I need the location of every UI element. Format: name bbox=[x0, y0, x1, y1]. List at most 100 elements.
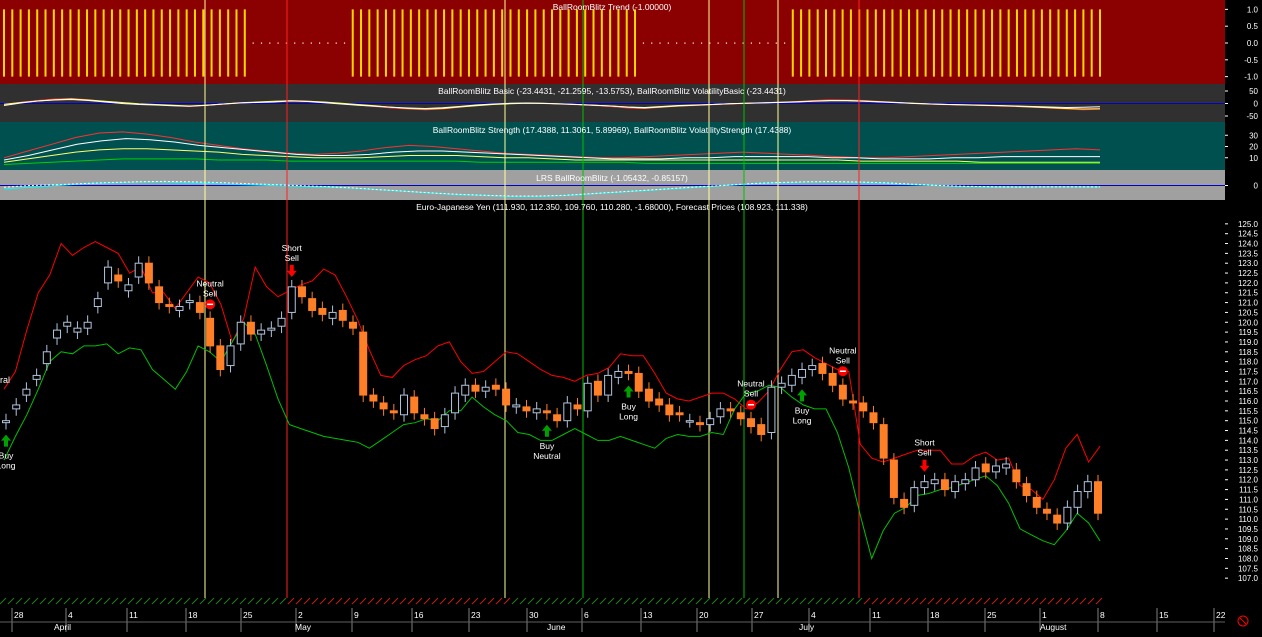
trend-dot bbox=[343, 42, 346, 44]
annotation-label: Short bbox=[914, 438, 935, 448]
trend-dot bbox=[294, 42, 296, 44]
candle-body bbox=[971, 467, 980, 481]
annotation-label: Buy bbox=[540, 441, 555, 451]
candle-body bbox=[1042, 508, 1051, 514]
candle-body bbox=[573, 404, 582, 410]
trend-dot bbox=[302, 42, 304, 44]
candle-body bbox=[563, 402, 572, 422]
price-axis-tick-label: 117.5 bbox=[1239, 367, 1259, 376]
date-tick-label: 16 bbox=[414, 610, 424, 620]
candle-body bbox=[828, 372, 837, 386]
date-tick-label: 11 bbox=[129, 610, 138, 620]
price-axis-tick-label: 112.0 bbox=[1239, 476, 1259, 485]
price-axis-tick-label: 119.0 bbox=[1239, 338, 1259, 347]
trend-dot bbox=[651, 42, 653, 44]
candle-body bbox=[277, 317, 286, 327]
trend-axis-tick-label: 0.0 bbox=[1247, 39, 1259, 48]
candle-body bbox=[104, 266, 113, 284]
candle-body bbox=[175, 306, 184, 311]
candle-body bbox=[634, 372, 643, 392]
annotation-label: Sell bbox=[917, 448, 931, 458]
annotation-label: Long bbox=[793, 415, 812, 425]
price-axis-tick-label: 114.5 bbox=[1239, 427, 1259, 436]
candle-body bbox=[287, 286, 296, 313]
price-axis-tick-label: 113.5 bbox=[1239, 446, 1259, 455]
candle-body bbox=[236, 321, 245, 345]
date-tick-label: 1 bbox=[1042, 610, 1047, 620]
price-axis-tick-label: 125.0 bbox=[1238, 220, 1259, 229]
price-axis-tick-label: 122.0 bbox=[1238, 279, 1259, 288]
candle-body bbox=[318, 307, 327, 315]
annotation-label: Neutral bbox=[196, 278, 224, 288]
price-axis-tick-label: 109.5 bbox=[1238, 525, 1259, 534]
date-tick-label: 25 bbox=[243, 610, 253, 620]
candle-body bbox=[512, 404, 521, 408]
trend-dot bbox=[775, 42, 777, 44]
candle-body bbox=[655, 398, 664, 406]
candle-body bbox=[553, 414, 562, 422]
candle-body bbox=[920, 481, 929, 489]
candle-body bbox=[216, 345, 225, 371]
candle-body bbox=[32, 374, 41, 380]
candle-body bbox=[665, 404, 674, 416]
candle-body bbox=[12, 404, 21, 410]
annotation-label: Buy bbox=[621, 401, 636, 411]
candle-body bbox=[297, 286, 306, 298]
date-tick-label: 4 bbox=[811, 610, 816, 620]
candle-body bbox=[1063, 506, 1072, 524]
candle-body bbox=[1012, 469, 1021, 483]
candle-body bbox=[2, 420, 10, 424]
trend-dot bbox=[767, 42, 769, 44]
price-axis-tick-label: 124.0 bbox=[1238, 240, 1259, 249]
candle-body bbox=[930, 479, 939, 485]
candle-body bbox=[685, 420, 694, 423]
price-axis-tick-label: 116.5 bbox=[1239, 387, 1259, 396]
candle-body bbox=[400, 394, 409, 416]
annotation-label: Long bbox=[0, 461, 16, 471]
candle-body bbox=[532, 408, 541, 414]
price-axis-tick-label: 122.5 bbox=[1238, 269, 1259, 278]
candle-body bbox=[124, 284, 133, 292]
candle-body bbox=[767, 386, 776, 433]
trend-dot bbox=[277, 42, 279, 44]
candle-body bbox=[1022, 483, 1031, 496]
candle-body bbox=[859, 402, 868, 412]
annotation-label: Buy bbox=[0, 451, 14, 461]
candle-body bbox=[900, 498, 909, 508]
trend-dot bbox=[717, 42, 719, 44]
annotation-label: Neutral bbox=[737, 379, 765, 389]
candle-body bbox=[471, 384, 480, 392]
candle-body bbox=[675, 412, 684, 416]
candle-body bbox=[879, 424, 888, 459]
trend-panel-title: BallRoomBlitz Trend (-1.00000) bbox=[553, 2, 672, 12]
price-axis-tick-label: 118.5 bbox=[1239, 348, 1259, 357]
trend-dot bbox=[742, 42, 744, 44]
candle-body bbox=[593, 380, 602, 396]
price-axis-tick-label: 107.5 bbox=[1238, 564, 1259, 573]
price-axis-tick-label: 111.5 bbox=[1239, 486, 1258, 495]
candle-body bbox=[440, 414, 449, 428]
price-axis-tick-label: 111.0 bbox=[1239, 495, 1258, 504]
candle-body bbox=[257, 329, 266, 335]
candle-body bbox=[808, 365, 817, 371]
candle-body bbox=[747, 418, 756, 428]
candle-body bbox=[940, 479, 949, 491]
candle-body bbox=[1032, 496, 1041, 508]
date-tick-label: 15 bbox=[1159, 610, 1169, 620]
annotation-label: Long bbox=[619, 411, 638, 421]
annotation-label: Sell bbox=[203, 288, 217, 298]
candle-body bbox=[308, 298, 317, 311]
price-axis-tick-label: 123.0 bbox=[1238, 259, 1259, 268]
trend-dot bbox=[750, 42, 752, 44]
trend-axis-tick-label: -1.0 bbox=[1244, 73, 1258, 82]
price-axis-tick-label: 108.5 bbox=[1238, 545, 1259, 554]
trend-dot bbox=[667, 42, 669, 44]
candle-body bbox=[838, 384, 847, 400]
candle-body bbox=[369, 394, 378, 402]
candle-body bbox=[348, 321, 357, 329]
date-tick-label: 2 bbox=[298, 610, 303, 620]
price-panel-title: Euro-Japanese Yen (111.930, 112.350, 109… bbox=[416, 202, 808, 212]
date-tick-label: 6 bbox=[584, 610, 589, 620]
price-axis-tick-label: 116.0 bbox=[1239, 397, 1259, 406]
strength-axis-tick-label: 30 bbox=[1249, 131, 1258, 140]
